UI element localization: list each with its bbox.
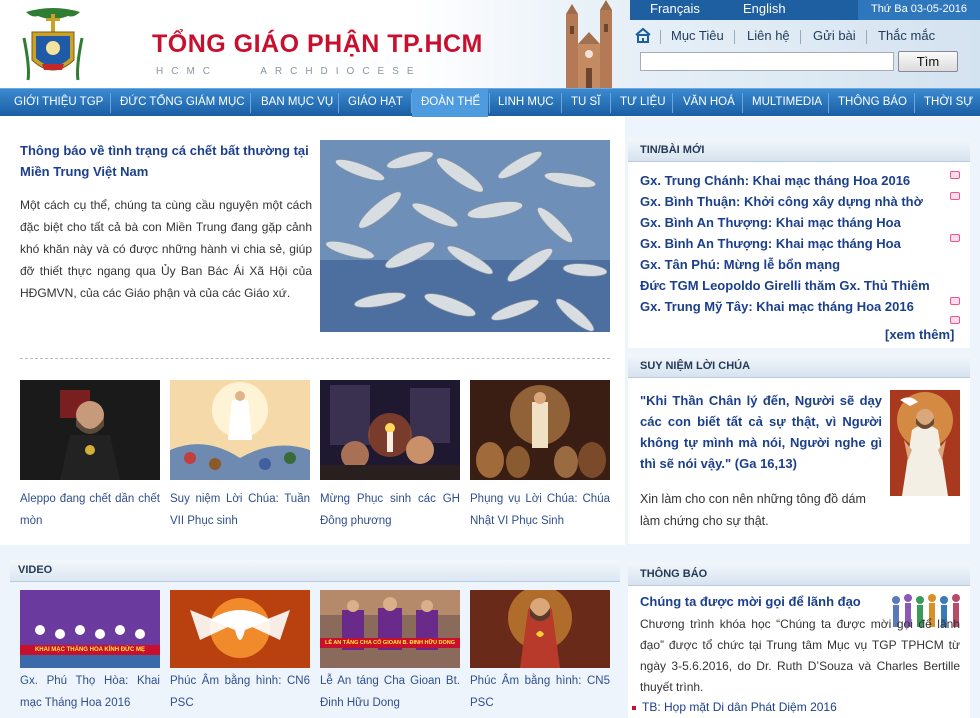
easter-candle-photo-thumbnail[interactable] — [320, 380, 460, 480]
nav-thong-bao[interactable]: THÔNG BÁO — [838, 96, 907, 108]
video-heading: VIDEO — [18, 564, 53, 576]
search-button[interactable]: Tìm — [898, 51, 958, 72]
video-caption-1[interactable]: Gx. Phú Thọ Hòa: Khai mạc Tháng Hoa 2016 — [20, 670, 160, 714]
feature-caption-1[interactable]: Aleppo đang chết dần chết mòn — [20, 488, 160, 532]
dead-fish-photo[interactable] — [320, 140, 610, 332]
top-links: Mục Tiêu Liên hệ Gửi bài Thắc mắc — [630, 26, 980, 46]
site-header: TỔNG GIÁO PHẬN TP.HCM HCMC ARCHDIOCESE F… — [0, 0, 980, 88]
link-separator — [800, 30, 801, 44]
news-item-2[interactable]: Gx. Bình Thuận: Khởi công xây dựng nhà t… — [640, 194, 923, 209]
notice-body: Chương trình khóa học “Chúng ta được mời… — [640, 617, 960, 694]
link-lien-he[interactable]: Liên hệ — [747, 28, 790, 43]
link-muc-tieu[interactable]: Mục Tiêu — [671, 28, 724, 43]
video-thumbnail-3[interactable]: LỄ AN TÁNG CHA CỐ GIOAN B. ĐINH HỮU DONG — [320, 590, 460, 668]
nav-separator — [110, 93, 111, 113]
nav-separator — [250, 93, 251, 113]
reflection-header: SUY NIỆM LỜI CHÚA — [628, 354, 970, 378]
feature-caption-3[interactable]: Mừng Phục sinh các GH Đông phương — [320, 488, 460, 532]
news-item-6[interactable]: Đức TGM Leopoldo Girelli thăm Gx. Thủ Th… — [640, 278, 930, 293]
search-input[interactable] — [640, 52, 894, 71]
current-date: Thứ Ba 03-05-2016 — [858, 0, 980, 20]
video-overlay-3: LỄ AN TÁNG CHA CỐ GIOAN B. ĐINH HỮU DONG — [320, 638, 460, 648]
news-item-3[interactable]: Gx. Bình An Thượng: Khai mạc tháng Hoa — [640, 215, 901, 230]
site-subtitle: HCMC ARCHDIOCESE — [156, 66, 422, 77]
video-caption-4[interactable]: Phúc Âm bằng hình: CN5 PSC — [470, 670, 610, 714]
see-more-link[interactable]: [xem thêm] — [885, 327, 954, 342]
rss-icon[interactable] — [950, 297, 960, 305]
funeral-mass-video-image — [320, 590, 460, 668]
nav-thoi-su[interactable]: THỜI SỰ — [924, 96, 973, 108]
nav-separator — [914, 93, 915, 113]
news-heading: TIN/BÀI MỚI — [640, 144, 705, 156]
home-icon[interactable] — [634, 27, 652, 43]
reflection-heading: SUY NIỆM LỜI CHÚA — [640, 360, 751, 372]
flower-month-video-image — [20, 590, 160, 668]
nav-tu-si[interactable]: TU SĨ — [571, 96, 600, 108]
risen-jesus-image — [890, 390, 960, 496]
feature-caption-4[interactable]: Phụng vụ Lời Chúa: Chúa Nhật VI Phục Sin… — [470, 488, 610, 532]
link-gui-bai[interactable]: Gửi bài — [813, 28, 856, 43]
video-thumbnail-1[interactable]: KHAI MẠC THÁNG HOA KÍNH ĐỨC MẸ — [20, 590, 160, 668]
news-header: TIN/BÀI MỚI — [628, 138, 970, 162]
link-thac-mac[interactable]: Thắc mắc — [878, 28, 935, 43]
main-navigation: GIỚI THIỆU TGP ĐỨC TỔNG GIÁM MỤC BAN MỤC… — [0, 88, 980, 117]
notice-link-text[interactable]: TB: Họp mặt Di dân Phát Diệm 2016 — [642, 700, 837, 714]
nav-separator — [561, 93, 562, 113]
lang-english-link[interactable]: English — [743, 1, 786, 16]
hero-headline[interactable]: Thông báo về tình trạng cá chết bất thườ… — [20, 140, 312, 182]
nav-gioi-thieu-tgp[interactable]: GIỚI THIỆU TGP — [14, 96, 103, 108]
nav-multimedia[interactable]: MULTIMEDIA — [752, 96, 822, 108]
link-separator — [660, 30, 661, 44]
notice-headline[interactable]: Chúng ta được mời gọi để lãnh đạo — [640, 594, 861, 609]
video-caption-2[interactable]: Phúc Âm bằng hình: CN6 PSC — [170, 670, 310, 714]
nav-separator — [672, 93, 673, 113]
dove-video-thumbnail[interactable] — [170, 590, 310, 668]
scripture-quote: "Khi Thần Chân lý đến, Người sẽ dạy các … — [640, 390, 882, 474]
archdiocese-coat-of-arms-logo[interactable] — [22, 8, 84, 84]
site-title[interactable]: TỔNG GIÁO PHẬN TP.HCM — [152, 30, 483, 59]
notice-link-item[interactable]: TB: Họp mặt Di dân Phát Diệm 2016 — [632, 700, 837, 714]
news-item-7[interactable]: Gx. Trung Mỹ Tây: Khai mạc tháng Hoa 201… — [640, 299, 914, 314]
lang-french-link[interactable]: Français — [650, 1, 700, 16]
feature-caption-2[interactable]: Suy niệm Lời Chúa: Tuần VII Phục sinh — [170, 488, 310, 532]
link-separator — [734, 30, 735, 44]
link-separator — [866, 30, 867, 44]
news-item-4[interactable]: Gx. Bình An Thượng: Khai mạc tháng Hoa — [640, 236, 901, 251]
nav-separator — [742, 93, 743, 113]
notice-heading: THÔNG BÁO — [640, 568, 708, 580]
bishop-photo-thumbnail[interactable] — [20, 380, 160, 480]
nav-doan-the[interactable]: ĐOÀN THỂ — [421, 96, 480, 108]
cathedral-illustration — [566, 0, 612, 88]
bullet-icon — [632, 705, 636, 710]
nav-tu-lieu[interactable]: TƯ LIỆU — [620, 96, 666, 108]
nav-giao-hat[interactable]: GIÁO HẠT — [348, 96, 403, 108]
sacred-heart-video-thumbnail[interactable] — [470, 590, 610, 668]
nav-separator — [489, 93, 490, 113]
nav-duc-tong-giam-muc[interactable]: ĐỨC TỔNG GIÁM MỤC — [120, 96, 245, 108]
notice-header: THÔNG BÁO — [628, 562, 970, 586]
news-item-1[interactable]: Gx. Trung Chánh: Khai mạc tháng Hoa 2016 — [640, 173, 910, 188]
ascension-painting-thumbnail[interactable] — [170, 380, 310, 480]
news-item-5[interactable]: Gx. Tân Phú: Mừng lễ bổn mạng — [640, 257, 840, 272]
nav-separator — [411, 93, 412, 113]
hero-summary: Một cách cụ thể, chúng ta cùng cầu nguyệ… — [20, 198, 312, 300]
gospel-scene-thumbnail[interactable] — [470, 380, 610, 480]
quote-reference: (Ga 16,13) — [734, 456, 797, 471]
rss-icon[interactable] — [950, 192, 960, 200]
nav-separator — [610, 93, 611, 113]
prayer-text: Xin làm cho con nên những tông đồ dám là… — [640, 492, 866, 528]
rss-icon[interactable] — [950, 234, 960, 242]
nav-van-hoa[interactable]: VĂN HOÁ — [683, 96, 735, 108]
video-caption-3[interactable]: Lễ An táng Cha Gioan Bt. Đinh Hữu Dong — [320, 670, 460, 714]
video-overlay-1: KHAI MẠC THÁNG HOA KÍNH ĐỨC MẸ — [20, 645, 160, 655]
rss-icon[interactable] — [950, 171, 960, 179]
rss-icon[interactable] — [950, 316, 960, 324]
nav-separator — [338, 93, 339, 113]
nav-separator — [828, 93, 829, 113]
content-divider — [20, 358, 610, 359]
video-section-header: VIDEO — [10, 560, 620, 582]
nav-ban-muc-vu[interactable]: BAN MỤC VỤ — [261, 96, 333, 108]
nav-linh-muc[interactable]: LINH MỤC — [498, 96, 554, 108]
